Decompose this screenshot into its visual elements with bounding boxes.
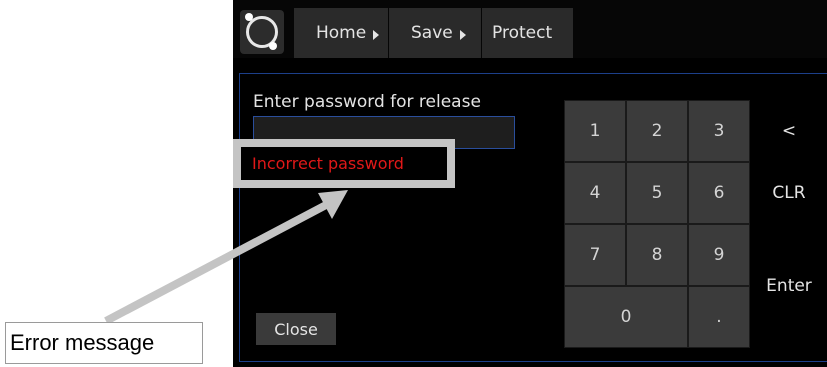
callout-label: Error message: [5, 322, 203, 364]
callout-arrow-icon: [104, 190, 348, 325]
callout-arrow-shaft: [104, 201, 328, 325]
